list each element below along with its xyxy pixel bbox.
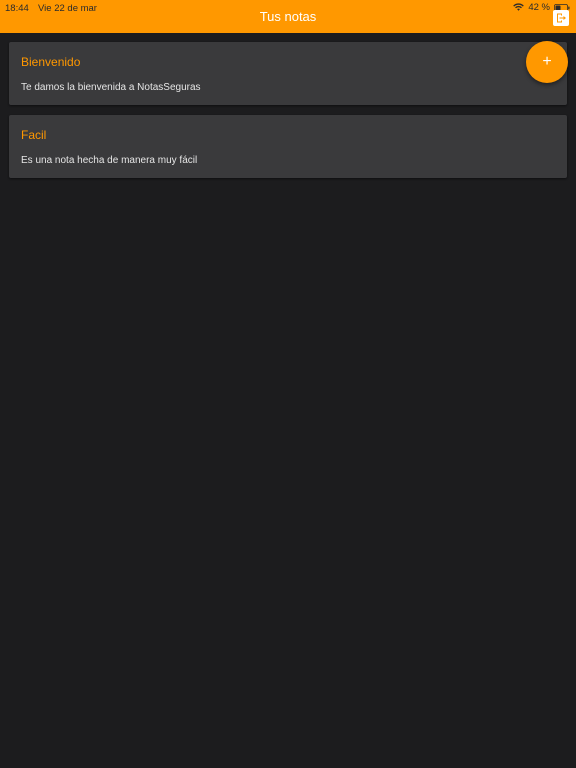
page-title: Tus notas xyxy=(259,9,317,24)
note-card[interactable]: Facil Es una nota hecha de manera muy fá… xyxy=(9,115,567,178)
logout-button[interactable] xyxy=(553,10,569,26)
note-body: Es una nota hecha de manera muy fácil xyxy=(21,155,198,166)
note-card[interactable]: Bienvenido Te damos la bienvenida a Nota… xyxy=(9,42,567,105)
logout-icon xyxy=(557,13,566,23)
add-note-button[interactable]: + xyxy=(526,41,568,83)
note-title: Facil xyxy=(21,128,47,142)
plus-icon: + xyxy=(542,53,552,70)
header-bar: 18:44 Vie 22 de mar 42 % Tus notas xyxy=(0,0,576,33)
notes-list: Bienvenido Te damos la bienvenida a Nota… xyxy=(9,42,567,188)
note-body: Te damos la bienvenida a NotasSeguras xyxy=(21,82,201,93)
note-title: Bienvenido xyxy=(21,55,81,69)
app-root: 18:44 Vie 22 de mar 42 % Tus notas Bienv… xyxy=(0,0,576,768)
